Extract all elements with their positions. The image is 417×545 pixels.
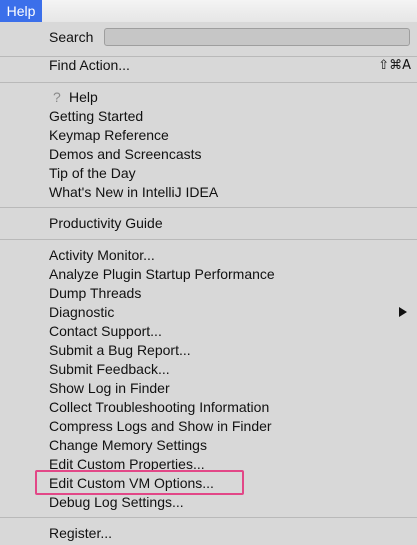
menu-item-label: Getting Started bbox=[49, 108, 144, 124]
menu-item-find-action[interactable]: Find Action... ⇧⌘A bbox=[0, 56, 417, 75]
menu-item-label: Tip of the Day bbox=[49, 165, 136, 181]
menu-item-label: Diagnostic bbox=[49, 304, 115, 320]
menu-item-help[interactable]: ? Help bbox=[0, 88, 417, 107]
menu-item-analyze-plugin-startup[interactable]: Analyze Plugin Startup Performance bbox=[0, 265, 417, 284]
menu-item-dump-threads[interactable]: Dump Threads bbox=[0, 284, 417, 303]
menu-item-label: Demos and Screencasts bbox=[49, 146, 202, 162]
help-menu: Search Find Action... ⇧⌘A ? Help Getting… bbox=[0, 22, 417, 545]
question-mark-icon: ? bbox=[53, 89, 61, 105]
separator bbox=[0, 207, 417, 208]
menu-item-contact-support[interactable]: Contact Support... bbox=[0, 322, 417, 341]
menu-item-productivity-guide[interactable]: Productivity Guide bbox=[0, 214, 417, 233]
menu-item-getting-started[interactable]: Getting Started bbox=[0, 107, 417, 126]
menu-item-tip-of-the-day[interactable]: Tip of the Day bbox=[0, 164, 417, 183]
menu-item-label: Productivity Guide bbox=[49, 215, 163, 231]
search-label: Search bbox=[49, 29, 94, 45]
menu-item-submit-bug-report[interactable]: Submit a Bug Report... bbox=[0, 341, 417, 360]
menu-bar: Help bbox=[0, 0, 417, 22]
menu-item-label: Compress Logs and Show in Finder bbox=[49, 418, 272, 434]
menu-item-whats-new[interactable]: What's New in IntelliJ IDEA bbox=[0, 183, 417, 202]
menu-item-submit-feedback[interactable]: Submit Feedback... bbox=[0, 360, 417, 379]
menu-item-collect-troubleshooting[interactable]: Collect Troubleshooting Information bbox=[0, 398, 417, 417]
menu-item-activity-monitor[interactable]: Activity Monitor... bbox=[0, 246, 417, 265]
menu-item-label: Keymap Reference bbox=[49, 127, 169, 143]
menu-help-title[interactable]: Help bbox=[0, 0, 42, 22]
annotation-highlight-box bbox=[35, 470, 244, 495]
menu-item-diagnostic[interactable]: Diagnostic bbox=[0, 303, 417, 322]
menu-item-label: What's New in IntelliJ IDEA bbox=[49, 184, 219, 200]
menu-item-label: Submit Feedback... bbox=[49, 361, 170, 377]
search-row: Search bbox=[0, 22, 417, 52]
separator bbox=[0, 82, 417, 83]
find-action-label: Find Action... bbox=[49, 57, 130, 73]
menu-item-label: Analyze Plugin Startup Performance bbox=[49, 266, 275, 282]
menu-item-label: Submit a Bug Report... bbox=[49, 342, 191, 358]
separator bbox=[0, 517, 417, 518]
menu-item-label: Activity Monitor... bbox=[49, 247, 155, 263]
menu-item-label: Dump Threads bbox=[49, 285, 142, 301]
menu-item-label: Contact Support... bbox=[49, 323, 162, 339]
menu-item-change-memory-settings[interactable]: Change Memory Settings bbox=[0, 436, 417, 455]
help-label: Help bbox=[69, 89, 98, 105]
menu-item-label: Change Memory Settings bbox=[49, 437, 207, 453]
menu-item-label: Register... bbox=[49, 525, 113, 541]
menu-item-show-log-in-finder[interactable]: Show Log in Finder bbox=[0, 379, 417, 398]
menu-item-demos-screencasts[interactable]: Demos and Screencasts bbox=[0, 145, 417, 164]
menu-item-debug-log-settings[interactable]: Debug Log Settings... bbox=[0, 493, 417, 512]
menu-item-register[interactable]: Register... bbox=[0, 524, 417, 543]
menu-item-label: Collect Troubleshooting Information bbox=[49, 399, 270, 415]
separator bbox=[0, 239, 417, 240]
menu-item-label: Show Log in Finder bbox=[49, 380, 170, 396]
menu-item-keymap-reference[interactable]: Keymap Reference bbox=[0, 126, 417, 145]
menu-item-compress-logs[interactable]: Compress Logs and Show in Finder bbox=[0, 417, 417, 436]
search-input[interactable] bbox=[104, 28, 410, 46]
submenu-arrow-icon bbox=[399, 307, 407, 317]
find-action-shortcut: ⇧⌘A bbox=[378, 58, 411, 73]
menu-item-label: Debug Log Settings... bbox=[49, 494, 184, 510]
